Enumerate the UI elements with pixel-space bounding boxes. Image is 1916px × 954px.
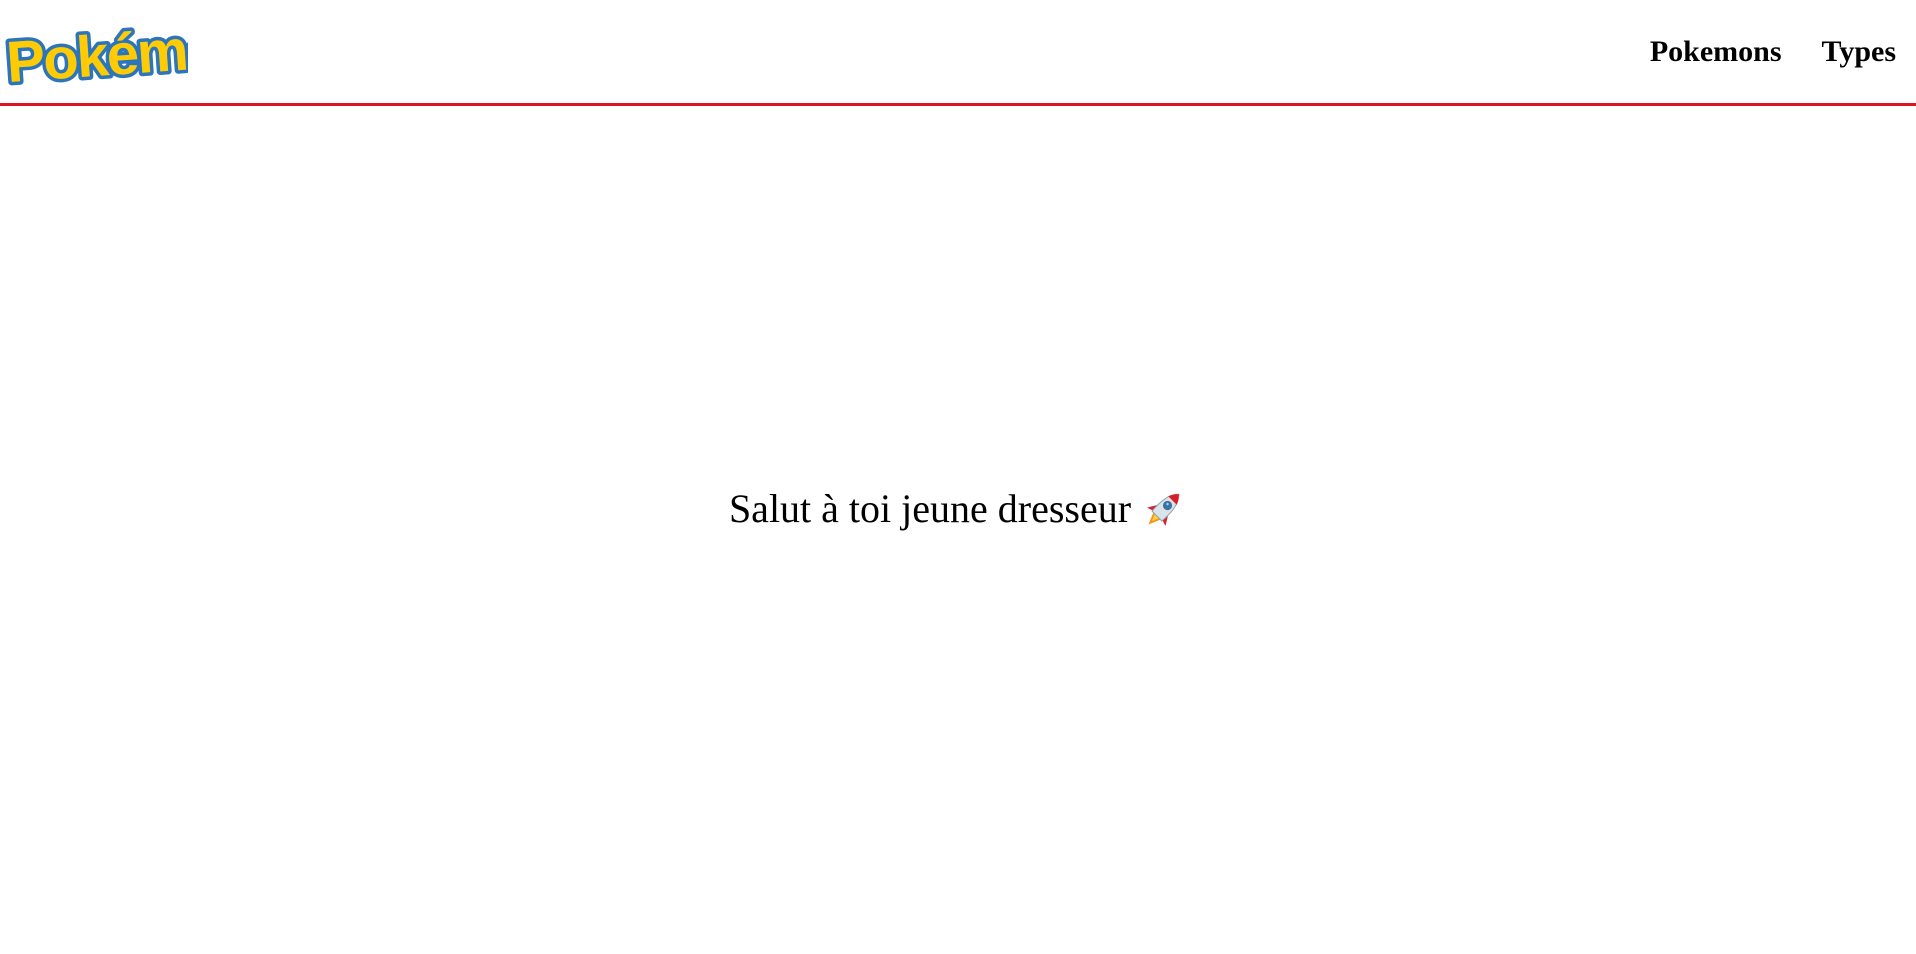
nav-link-pokemons[interactable]: Pokemons [1650, 31, 1782, 73]
nav-link-types[interactable]: Types [1822, 31, 1896, 73]
main-content: Salut à toi jeune dresseur [0, 106, 1916, 954]
main-nav: Pokemons Types [1650, 31, 1896, 73]
svg-text:Pokémon: Pokémon [4, 14, 188, 90]
welcome-text: Salut à toi jeune dresseur [728, 486, 1132, 531]
rocket-icon [1141, 486, 1187, 532]
pokemon-logo[interactable]: Pokémon [0, 14, 188, 90]
welcome-message: Salut à toi jeune dresseur [0, 485, 1916, 533]
site-header: Pokémon Pokemons Types [0, 0, 1916, 106]
